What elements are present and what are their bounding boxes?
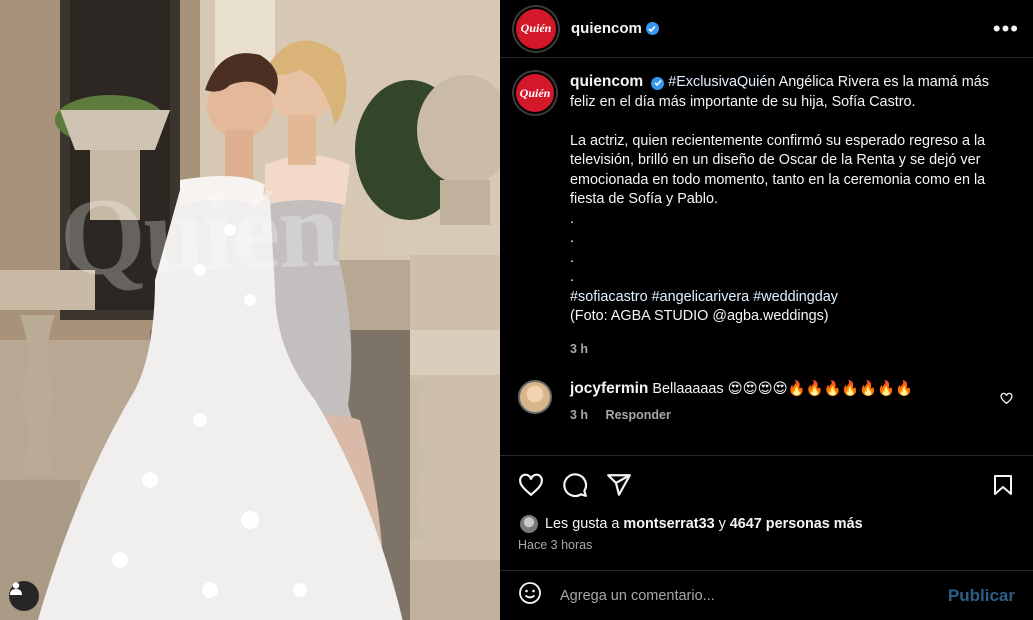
post-header: Quién quiencom ••• bbox=[500, 0, 1033, 58]
likes-middle: y bbox=[718, 516, 726, 532]
caption-dot: . bbox=[570, 249, 574, 266]
wedding-photo-illustration bbox=[0, 0, 500, 620]
reply-button[interactable]: Responder bbox=[606, 408, 671, 422]
user-icon bbox=[10, 582, 22, 595]
likes-prefix: Les gusta a bbox=[545, 516, 620, 532]
like-comment-heart-icon[interactable] bbox=[1000, 392, 1013, 410]
save-bookmark-icon[interactable] bbox=[991, 472, 1015, 498]
comment-text: Bellaaaaas 😍😍😍😍🔥🔥🔥🔥🔥🔥🔥 bbox=[652, 381, 914, 397]
liker-username[interactable]: montserrat33 bbox=[623, 516, 714, 532]
likes-summary: Les gusta a montserrat33 y 4647 personas… bbox=[518, 513, 863, 535]
caption-avatar[interactable]: Quién bbox=[514, 72, 556, 114]
caption-dot: . bbox=[570, 210, 574, 227]
caption-username[interactable]: quiencom bbox=[570, 73, 643, 90]
caption-body: quiencom #ExclusivaQuién Angélica Rivera… bbox=[570, 72, 1015, 359]
caption-dot: . bbox=[570, 230, 574, 246]
hashtag-link[interactable]: #angelicarivera bbox=[652, 289, 750, 305]
share-paper-plane-icon[interactable] bbox=[606, 472, 632, 498]
commenter-avatar[interactable] bbox=[518, 380, 552, 414]
liker-avatar[interactable] bbox=[518, 513, 540, 535]
comment-body: jocyfermin Bellaaaaas 😍😍😍😍🔥🔥🔥🔥🔥🔥🔥 3 h Re… bbox=[570, 380, 913, 422]
comment-input[interactable] bbox=[560, 587, 930, 604]
account-username[interactable]: quiencom bbox=[571, 20, 642, 37]
publish-button[interactable]: Publicar bbox=[948, 586, 1015, 606]
account-avatar[interactable]: Quién bbox=[514, 6, 558, 51]
verified-badge-icon bbox=[645, 22, 659, 35]
add-comment-bar: Publicar bbox=[500, 570, 1033, 620]
caption-timestamp[interactable]: 3 h bbox=[570, 340, 1015, 360]
photo-credit: (Foto: AGBA STUDIO @agba.weddings) bbox=[570, 308, 829, 324]
hashtag-link[interactable]: #sofiacastro bbox=[570, 289, 648, 305]
likes-count-link[interactable]: 4647 personas más bbox=[730, 516, 863, 532]
tagged-users-button[interactable] bbox=[9, 581, 39, 611]
comment-bubble-icon[interactable] bbox=[562, 472, 588, 498]
hashtag-link[interactable]: #weddingday bbox=[753, 289, 838, 305]
commenter-username[interactable]: jocyfermin bbox=[570, 380, 648, 397]
comment-timestamp[interactable]: 3 h bbox=[570, 408, 588, 422]
caption-paragraph: La actriz, quien recientemente confirmó … bbox=[570, 132, 986, 208]
post-panel: Quién quiencom ••• Quién quiencom #Exclu… bbox=[500, 0, 1033, 620]
action-bar bbox=[500, 455, 1033, 513]
caption-dot: . bbox=[570, 269, 574, 285]
caption: Quién quiencom #ExclusivaQuién Angélica … bbox=[514, 72, 1019, 359]
post-image: Quién bbox=[0, 0, 500, 620]
brand-watermark: Quién bbox=[57, 167, 340, 299]
verified-badge-icon bbox=[651, 76, 665, 90]
hashtag-link[interactable]: #ExclusivaQuién bbox=[668, 74, 775, 90]
comment-item: jocyfermin Bellaaaaas 😍😍😍😍🔥🔥🔥🔥🔥🔥🔥 3 h Re… bbox=[518, 380, 1023, 422]
emoji-picker-icon[interactable] bbox=[518, 581, 542, 610]
like-heart-icon[interactable] bbox=[518, 472, 544, 498]
more-options-icon[interactable]: ••• bbox=[993, 17, 1019, 40]
post-timestamp[interactable]: Hace 3 horas bbox=[518, 538, 592, 552]
